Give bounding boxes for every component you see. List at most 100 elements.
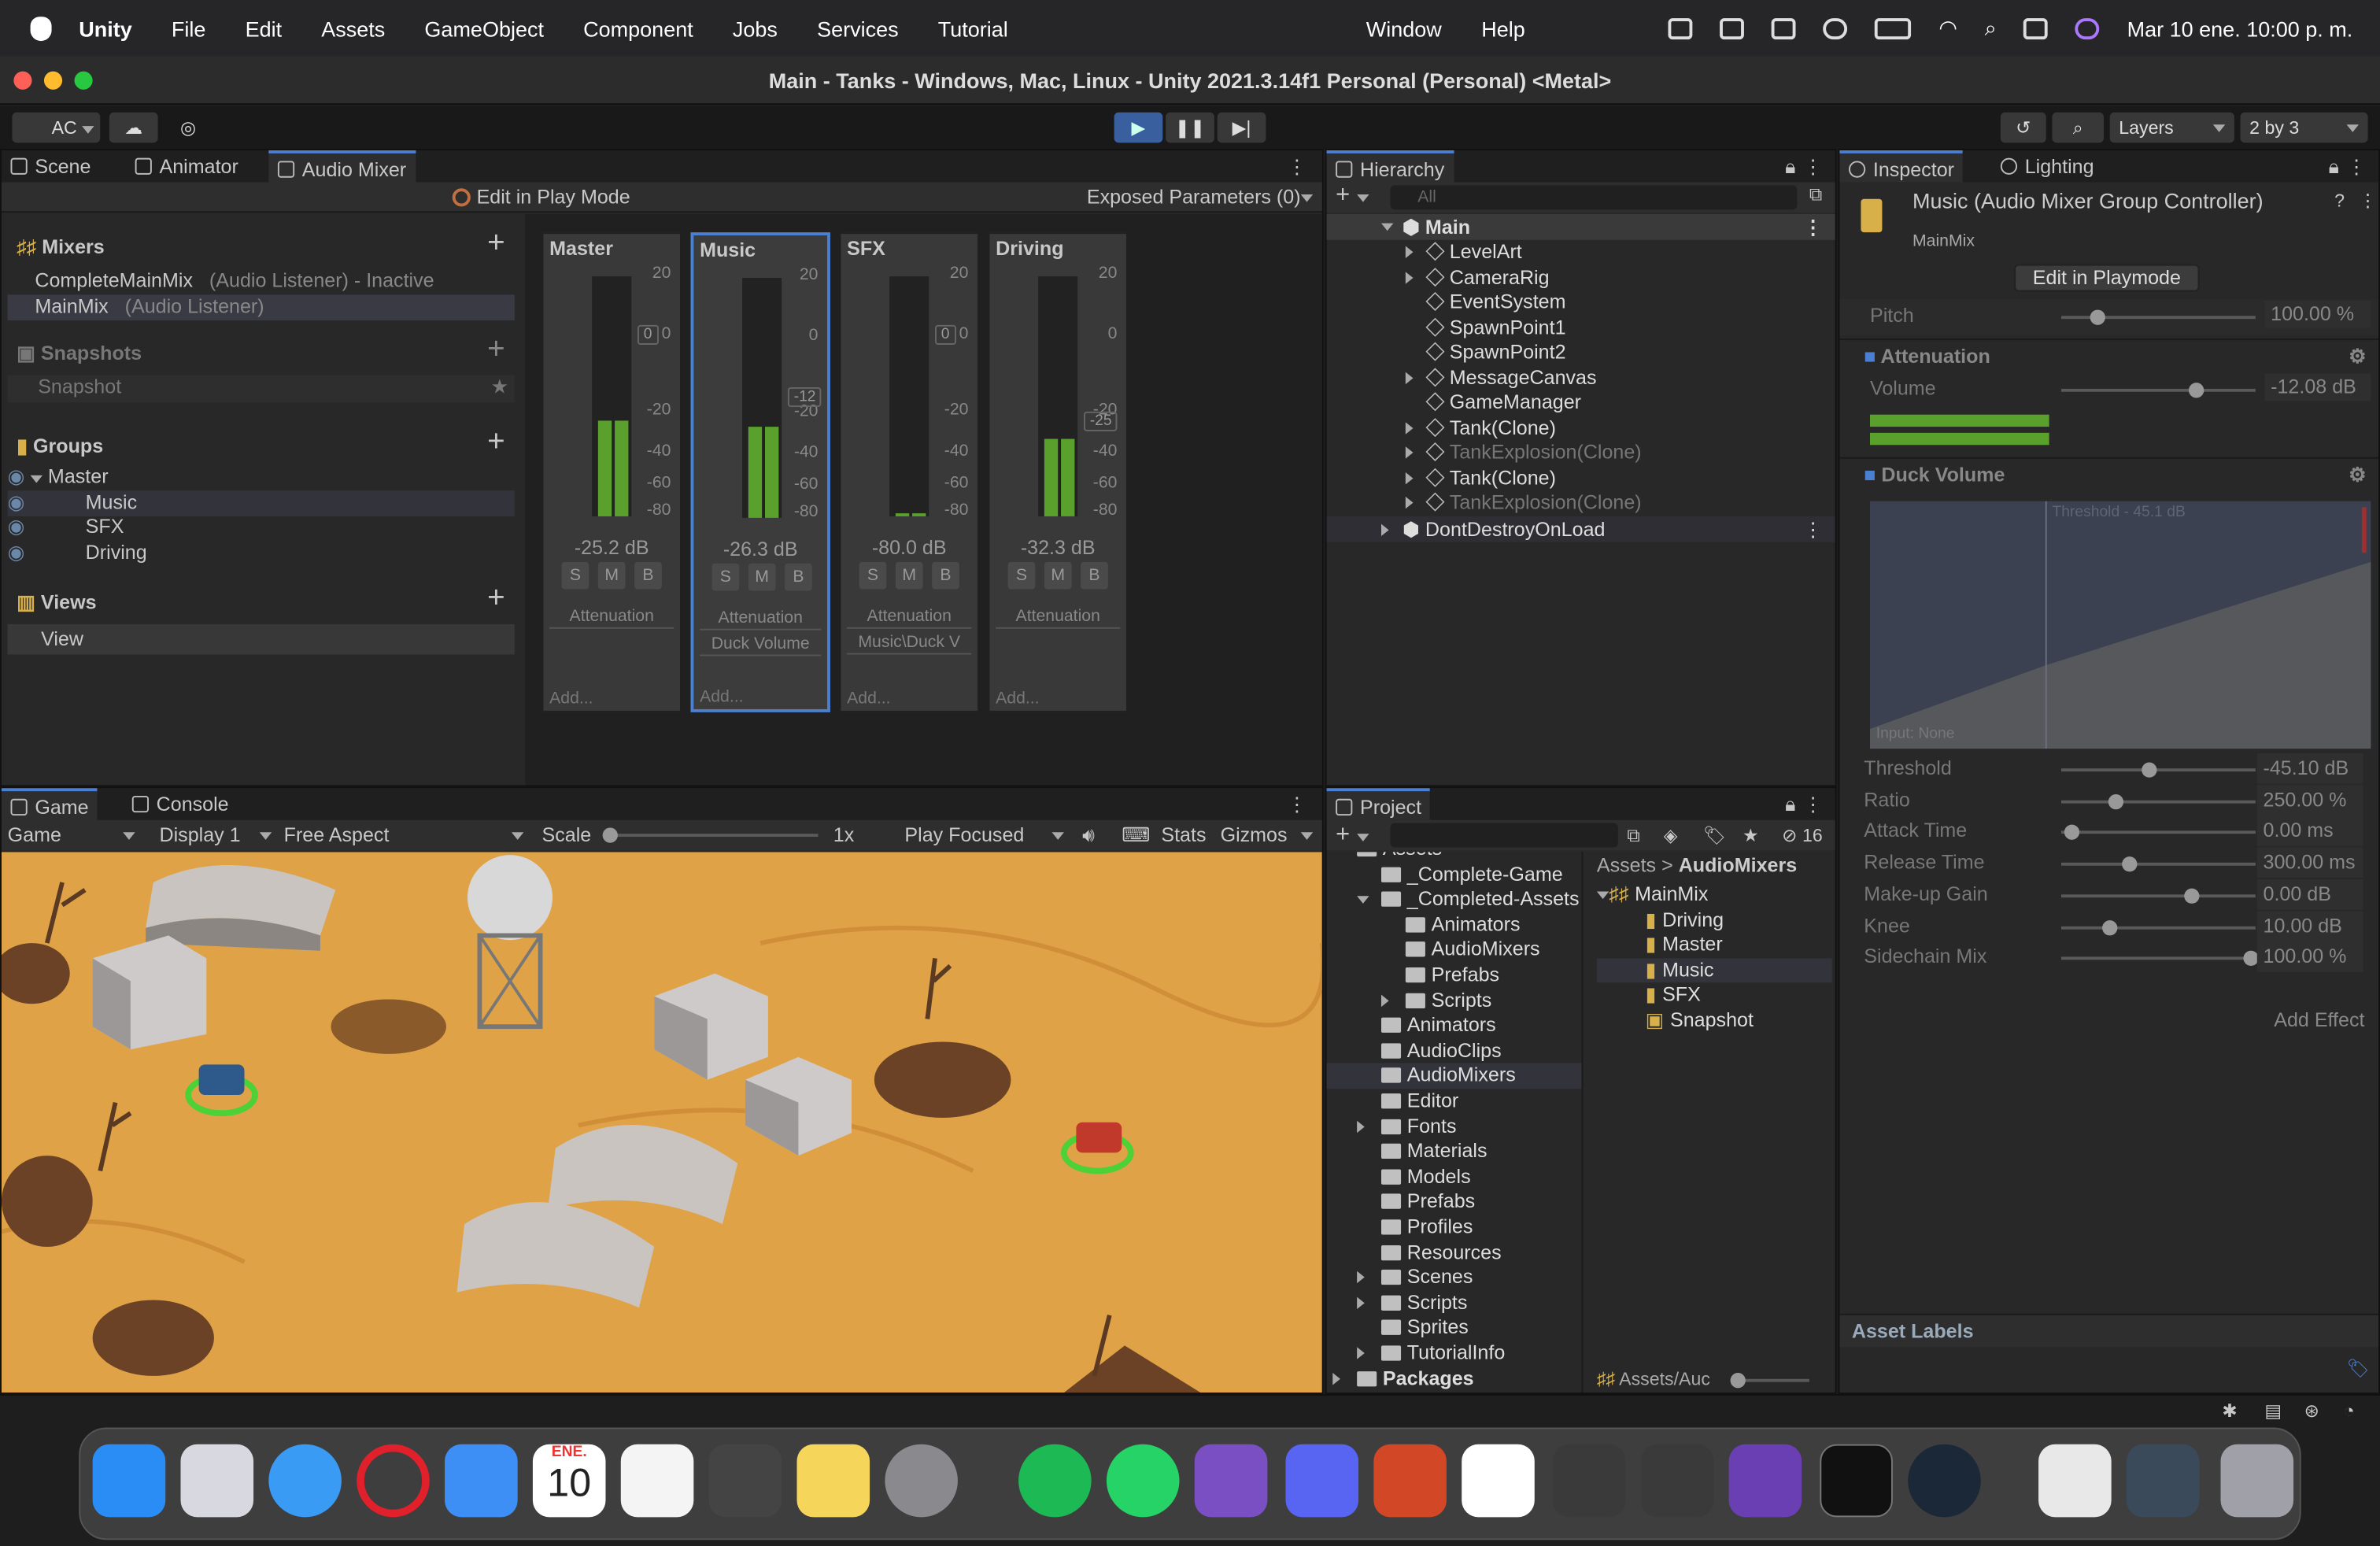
hierarchy-item[interactable]: EventSystem	[1327, 290, 1835, 315]
chevron-right-icon[interactable]	[1405, 446, 1414, 459]
effect-slot[interactable]: Duck Volume	[700, 632, 822, 656]
gear-icon[interactable]: ⚙	[2349, 459, 2366, 492]
folder-item[interactable]: Animators	[1327, 1013, 1582, 1038]
safari-icon[interactable]	[268, 1444, 342, 1518]
chevron-right-icon[interactable]	[1405, 371, 1414, 384]
view-item[interactable]: View	[7, 623, 515, 655]
cache-icon[interactable]: ▤	[2264, 1400, 2282, 1422]
param-value[interactable]: 300.00 ms	[2256, 847, 2363, 878]
tag-icon[interactable]: 🏷︎	[2347, 1358, 2370, 1379]
bypass-button[interactable]: B	[1081, 561, 1108, 590]
bypass-button[interactable]: B	[932, 561, 959, 590]
slider-knob[interactable]	[2108, 793, 2124, 809]
more-options-icon[interactable]: ⋮	[2359, 190, 2377, 211]
param-value[interactable]: -45.10 dB	[2256, 753, 2363, 784]
shortcuts-icon[interactable]: ⌨	[1122, 820, 1150, 851]
whatsapp-icon[interactable]	[1106, 1444, 1180, 1518]
add-effect-slot[interactable]: Add...	[996, 690, 1039, 708]
chevron-right-icon[interactable]	[1357, 1271, 1365, 1284]
help-icon[interactable]: ?	[2334, 190, 2345, 211]
tab-animator[interactable]: Animator	[126, 150, 247, 183]
finder-icon[interactable]	[92, 1444, 166, 1518]
tab-lighting[interactable]: Lighting	[1991, 150, 2103, 183]
file-item[interactable]: ▮ SFX	[1597, 983, 1832, 1008]
file-item[interactable]: ▮ Driving	[1597, 908, 1832, 933]
tab-scene[interactable]: Scene	[2, 150, 100, 183]
chevron-right-icon[interactable]	[1357, 1120, 1365, 1133]
chevron-down-icon[interactable]	[1357, 896, 1369, 904]
launchpad-icon[interactable]	[180, 1444, 254, 1518]
stats-toggle[interactable]: Stats	[1161, 820, 1206, 851]
search-icon[interactable]: ⌕	[2052, 112, 2104, 143]
game-mode-dropdown[interactable]: Game	[8, 820, 61, 851]
unity-status-icon[interactable]	[1720, 17, 1745, 39]
fader-marker[interactable]: 0	[934, 324, 956, 345]
folder-item[interactable]: Prefabs	[1327, 963, 1582, 988]
folder-item[interactable]: Packages	[1327, 1367, 1582, 1392]
more-options-icon[interactable]: ⋮	[1287, 788, 1306, 820]
hierarchy-item[interactable]: LevelArt	[1327, 240, 1835, 265]
system-preferences-icon[interactable]	[885, 1444, 958, 1518]
more-options-icon[interactable]: ⋮	[1803, 788, 1823, 820]
edit-in-play-mode-toggle[interactable]: Edit in Play Mode	[477, 183, 630, 213]
group-item-master[interactable]: ◉ Master	[8, 464, 515, 490]
param-slider[interactable]	[2060, 888, 2256, 904]
chevron-right-icon[interactable]	[1405, 271, 1414, 283]
play-focused-dropdown[interactable]: Play Focused	[904, 820, 1024, 851]
reminders-icon[interactable]	[620, 1444, 694, 1518]
folder-item[interactable]: Fonts	[1327, 1114, 1582, 1139]
hierarchy-item[interactable]: SpawnPoint1	[1327, 315, 1835, 340]
slider-knob[interactable]	[2188, 383, 2204, 398]
hierarchy-search-input[interactable]: All	[1390, 185, 1798, 210]
slider-knob[interactable]	[2122, 856, 2138, 872]
group-item-driving[interactable]: ◉ Driving	[8, 541, 515, 566]
folder-item[interactable]: Sprites	[1327, 1316, 1582, 1341]
menu-gameobject[interactable]: GameObject	[424, 16, 544, 40]
github-icon[interactable]	[1194, 1444, 1268, 1518]
param-slider[interactable]	[2060, 793, 2256, 809]
chevron-right-icon[interactable]	[1380, 523, 1389, 537]
eye-icon[interactable]: ◉	[8, 541, 25, 564]
hierarchy-item[interactable]: MessageCanvas	[1327, 365, 1835, 390]
chevron-right-icon[interactable]	[1357, 1347, 1365, 1359]
game-viewport[interactable]	[1, 852, 1322, 1393]
folder-item[interactable]: AudioMixers	[1327, 938, 1582, 963]
mute-button[interactable]: M	[895, 561, 923, 590]
hierarchy-item[interactable]: TankExplosion(Clone)	[1327, 490, 1835, 516]
mute-audio-icon[interactable]: 🔊︎	[1082, 820, 1095, 851]
menu-services[interactable]: Services	[817, 16, 899, 40]
folder-item[interactable]: Scripts	[1327, 988, 1582, 1013]
screenshot-stack-icon[interactable]	[2126, 1444, 2200, 1518]
mute-button[interactable]: M	[1044, 561, 1072, 590]
mixer-asset[interactable]: ♯♯ MainMix	[1596, 882, 1832, 908]
tab-console[interactable]: Console	[123, 788, 238, 820]
gear-icon[interactable]: ⚙	[2349, 340, 2366, 373]
chevron-down-icon[interactable]	[30, 475, 42, 483]
folder-item[interactable]: Scripts	[1327, 1290, 1582, 1315]
history-icon[interactable]: ↺	[2000, 112, 2046, 143]
snapshot-item[interactable]: Snapshot ★	[7, 375, 515, 403]
solo-button[interactable]: S	[561, 561, 589, 590]
fader-marker[interactable]: -12	[787, 386, 822, 408]
account-dropdown[interactable]: AC	[12, 112, 101, 143]
add-effect-slot[interactable]: Add...	[549, 690, 593, 708]
slider-knob[interactable]	[2090, 309, 2105, 325]
file-item[interactable]: ▮ Music	[1596, 957, 1832, 983]
group-item-music[interactable]: ◉ Music	[7, 490, 515, 516]
calculator-icon[interactable]	[708, 1444, 782, 1518]
effect-slot[interactable]: Attenuation	[996, 605, 1121, 629]
close-window-button[interactable]	[13, 71, 32, 90]
play-button[interactable]: ▶	[1114, 112, 1163, 143]
effect-slot[interactable]: Music\Duck V	[847, 631, 972, 655]
effect-slot[interactable]: Attenuation	[700, 606, 822, 631]
chevron-right-icon[interactable]	[1405, 472, 1414, 484]
visual-studio-icon[interactable]	[1728, 1444, 1802, 1518]
debug-icon[interactable]: ✱	[2222, 1400, 2237, 1422]
scene-row-main[interactable]: ⬢ Main ⋮	[1326, 214, 1835, 240]
more-options-icon[interactable]: ⋮	[2347, 150, 2367, 183]
hierarchy-item[interactable]: Tank(Clone)	[1327, 465, 1835, 490]
duck-volume-graph[interactable]: Threshold - 45.1 dB Input: None	[1869, 501, 2371, 749]
bypass-button[interactable]: B	[634, 561, 662, 590]
tab-audio-mixer[interactable]: Audio Mixer	[268, 150, 416, 183]
step-button[interactable]: ▶|	[1217, 112, 1266, 143]
